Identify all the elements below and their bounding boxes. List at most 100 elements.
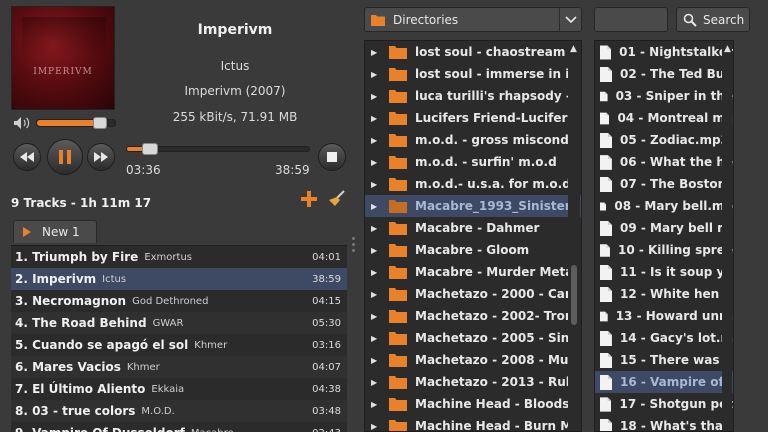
- track-row[interactable]: 2. Imperivm Ictus 38:59: [11, 268, 347, 290]
- previous-button[interactable]: [13, 143, 41, 171]
- track-row[interactable]: 4. The Road Behind GWAR 05:30: [11, 312, 347, 334]
- directory-item[interactable]: ▶ lost soul - chaostream: [365, 41, 581, 63]
- expand-arrow-icon[interactable]: ▶: [371, 92, 381, 101]
- track-duration: 03:48: [312, 405, 341, 417]
- add-icon[interactable]: [300, 190, 318, 208]
- file-item[interactable]: 15 - There was a: [595, 349, 733, 371]
- expand-arrow-icon[interactable]: ▶: [371, 202, 381, 211]
- expand-arrow-icon[interactable]: ▶: [371, 422, 381, 431]
- file-item[interactable]: 06 - What the he: [595, 151, 733, 173]
- expand-arrow-icon[interactable]: ▶: [371, 378, 381, 387]
- expand-arrow-icon[interactable]: ▶: [371, 290, 381, 299]
- splitter-handle[interactable]: [352, 237, 356, 255]
- search-button[interactable]: Search: [676, 7, 750, 32]
- volume-handle[interactable]: [93, 117, 107, 129]
- file-item[interactable]: 18 - What's that: [595, 415, 733, 431]
- directory-item[interactable]: ▶ Machetazo - 2005 - Sin: [365, 327, 581, 349]
- playlist-tracks[interactable]: 1. Triumph by Fire Exmortus 04:01 2. Imperi…: [11, 245, 347, 432]
- expand-arrow-icon[interactable]: ▶: [371, 180, 381, 189]
- file-icon: [600, 154, 612, 170]
- scrollbar-thumb[interactable]: [571, 265, 577, 325]
- directory-tree[interactable]: ▶ lost soul - chaostream ▶ lost soul - imme…: [364, 40, 582, 432]
- track-row[interactable]: 6. Mares Vacios Khmer 04:07: [11, 356, 347, 378]
- expand-arrow-icon[interactable]: ▶: [371, 224, 381, 233]
- file-icon: [600, 330, 612, 346]
- directories-dropdown[interactable]: Directories: [364, 7, 582, 32]
- seek-handle[interactable]: [142, 143, 158, 155]
- expand-arrow-icon[interactable]: ▶: [371, 356, 381, 365]
- directory-item[interactable]: ▶ m.o.d. - gross miscond: [365, 129, 581, 151]
- expand-arrow-icon[interactable]: ▶: [371, 158, 381, 167]
- directory-item[interactable]: ▶ Machine Head - Burn M: [365, 415, 581, 431]
- expand-arrow-icon[interactable]: ▶: [371, 246, 381, 255]
- expand-arrow-icon[interactable]: ▶: [371, 334, 381, 343]
- directory-scrollbar[interactable]: ▲: [568, 41, 580, 431]
- pause-button[interactable]: [47, 139, 83, 175]
- file-item[interactable]: 17 - Shotgun pet: [595, 393, 733, 415]
- track-row[interactable]: 7. El Último Aliento Ekkaia 04:38: [11, 378, 347, 400]
- file-scrollbar[interactable]: ▲: [722, 41, 732, 431]
- file-item[interactable]: 08 - Mary bell.mp: [595, 195, 733, 217]
- expand-arrow-icon[interactable]: ▶: [371, 114, 381, 123]
- volume-slider[interactable]: [36, 117, 116, 129]
- expand-arrow-icon[interactable]: ▶: [371, 48, 381, 57]
- file-item[interactable]: 04 - Montreal ma: [595, 107, 733, 129]
- directory-name: Machetazo - 2013 - Rul: [415, 375, 570, 389]
- track-row[interactable]: 9. Vampire Of Dusseldorf Macabre 02:43: [11, 422, 347, 432]
- file-item[interactable]: 03 - Sniper in the: [595, 85, 733, 107]
- directory-item[interactable]: ▶ m.o.d. - surfin' m.o.d: [365, 151, 581, 173]
- scroll-up-icon[interactable]: ▲: [724, 44, 731, 54]
- directory-item[interactable]: ▶ Macabre - Dahmer: [365, 217, 581, 239]
- track-artist: Khmer: [194, 339, 228, 351]
- directory-item[interactable]: ▶ Macabre - Gloom: [365, 239, 581, 261]
- next-button[interactable]: [87, 143, 115, 171]
- seek-slider[interactable]: [126, 143, 310, 155]
- directory-name: Macabre - Dahmer: [415, 221, 540, 235]
- directory-name: Machetazo - 2000 - Car: [415, 287, 571, 301]
- expand-arrow-icon[interactable]: ▶: [371, 400, 381, 409]
- track-row[interactable]: 5. Cuando se apagó el sol Khmer 03:16: [11, 334, 347, 356]
- search-input[interactable]: [594, 7, 668, 32]
- directory-item[interactable]: ▶ m.o.d.- u.s.a. for m.o.d: [365, 173, 581, 195]
- track-row[interactable]: 3. Necromagnon God Dethroned 04:15: [11, 290, 347, 312]
- directory-item[interactable]: ▶ Machetazo - 2000 - Car: [365, 283, 581, 305]
- scroll-up-icon[interactable]: ▲: [570, 44, 577, 54]
- track-duration: 03:16: [312, 339, 341, 351]
- file-item[interactable]: 16 - Vampire of I: [595, 371, 733, 393]
- expand-arrow-icon[interactable]: ▶: [371, 312, 381, 321]
- expand-arrow-icon[interactable]: ▶: [371, 70, 381, 79]
- stop-button[interactable]: [318, 143, 346, 171]
- file-item[interactable]: 01 - Nightstalker: [595, 41, 733, 63]
- tab-playlist-new-1[interactable]: New 1: [13, 220, 97, 243]
- directory-item[interactable]: ▶ Macabre_1993_Sinister: [365, 195, 581, 217]
- expand-arrow-icon[interactable]: ▶: [371, 136, 381, 145]
- file-item[interactable]: 13 - Howard unra: [595, 305, 733, 327]
- file-item[interactable]: 02 - The Ted Bun: [595, 63, 733, 85]
- track-row[interactable]: 8. 03 - true colors M.O.D. 03:48: [11, 400, 347, 422]
- clear-playlist-broom-icon[interactable]: [328, 190, 346, 208]
- volume-icon[interactable]: [13, 116, 33, 130]
- directory-item[interactable]: ▶ Lucifers Friend-Lucifer: [365, 107, 581, 129]
- file-item[interactable]: 09 - Mary bell re: [595, 217, 733, 239]
- expand-arrow-icon[interactable]: ▶: [371, 268, 381, 277]
- directory-item[interactable]: ▶ luca turilli's rhapsody -: [365, 85, 581, 107]
- directory-item[interactable]: ▶ Macabre - Murder Meta: [365, 261, 581, 283]
- directory-name: Lucifers Friend-Lucifer: [415, 111, 568, 125]
- now-playing-title: Imperivm: [197, 22, 273, 38]
- file-list[interactable]: 01 - Nightstalker 02 - The Ted Bun 03 - Sn…: [594, 40, 734, 432]
- file-item[interactable]: 14 - Gacy's lot.m: [595, 327, 733, 349]
- track-row[interactable]: 1. Triumph by Fire Exmortus 04:01: [11, 246, 347, 268]
- file-icon: [600, 374, 612, 390]
- directory-item[interactable]: ▶ Machetazo - 2008 - Mu: [365, 349, 581, 371]
- directory-item[interactable]: ▶ Machetazo - 2002- Tron: [365, 305, 581, 327]
- directory-item[interactable]: ▶ Machine Head - Bloods: [365, 393, 581, 415]
- file-item[interactable]: 11 - Is it soup ye: [595, 261, 733, 283]
- file-item[interactable]: 05 - Zodiac.mp3: [595, 129, 733, 151]
- file-item[interactable]: 07 - The Boston: [595, 173, 733, 195]
- dropdown-arrow[interactable]: [559, 8, 581, 31]
- directory-item[interactable]: ▶ Machetazo - 2013 - Rul: [365, 371, 581, 393]
- chevron-down-icon: [564, 15, 577, 23]
- file-item[interactable]: 10 - Killing spree: [595, 239, 733, 261]
- file-item[interactable]: 12 - White hen d: [595, 283, 733, 305]
- directory-item[interactable]: ▶ lost soul - immerse in i: [365, 63, 581, 85]
